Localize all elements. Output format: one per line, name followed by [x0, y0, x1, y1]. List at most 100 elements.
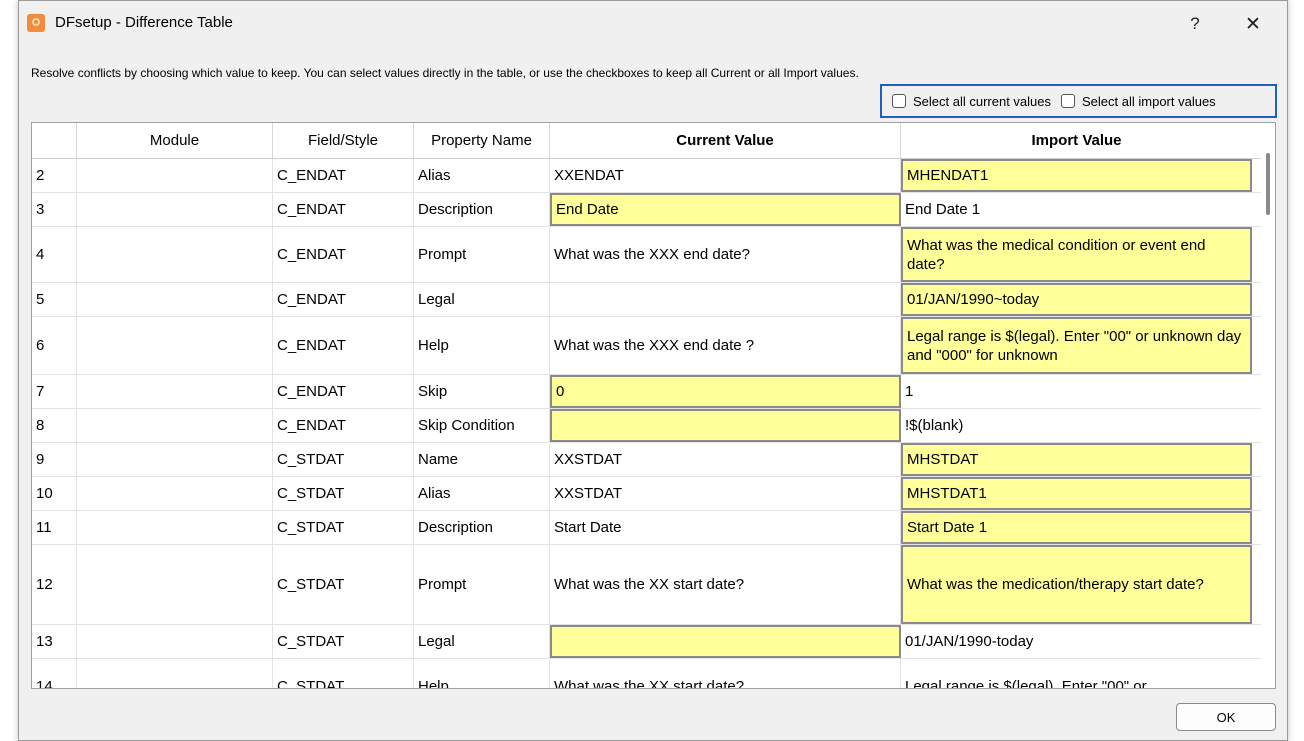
import-value-cell[interactable]: 01/JAN/1990~today — [901, 283, 1252, 316]
current-value-cell[interactable]: What was the XXX end date ? — [550, 317, 901, 374]
import-value-cell[interactable]: Legal range is $(legal). Enter "00" or u… — [901, 317, 1252, 374]
table-row[interactable]: 8 C_ENDAT Skip Condition !$(blank) — [32, 409, 1262, 443]
property-name-cell: Skip — [414, 375, 550, 408]
table-row[interactable]: 6 C_ENDAT Help What was the XXX end date ? L… — [32, 317, 1262, 375]
import-value-cell[interactable]: 1 — [901, 375, 1252, 408]
module-cell — [77, 545, 273, 624]
close-button[interactable]: ✕ — [1233, 9, 1273, 39]
instructions-text: Resolve conflicts by choosing which valu… — [31, 66, 859, 80]
row-number-cell: 13 — [32, 625, 77, 658]
table-row[interactable]: 7 C_ENDAT Skip 0 1 — [32, 375, 1262, 409]
scrollbar-thumb[interactable] — [1266, 153, 1270, 215]
import-value-cell[interactable]: MHENDAT1 — [901, 159, 1252, 192]
row-number-cell: 12 — [32, 545, 77, 624]
table-row[interactable]: 11 C_STDAT Description Start Date Start Date… — [32, 511, 1262, 545]
row-number-cell: 2 — [32, 159, 77, 192]
select-all-import-label[interactable]: Select all import values — [1082, 94, 1216, 109]
checkbox-icon[interactable] — [1061, 94, 1076, 108]
module-cell — [77, 227, 273, 282]
property-name-cell: Legal — [414, 625, 550, 658]
current-value-cell[interactable]: What was the XX start date? — [550, 659, 901, 688]
table-row[interactable]: 5 C_ENDAT Legal 01/JAN/1990~today — [32, 283, 1262, 317]
field-style-cell: C_STDAT — [273, 659, 414, 688]
property-name-cell: Help — [414, 659, 550, 688]
property-name-cell: Legal — [414, 283, 550, 316]
table-row[interactable]: 14 C_STDAT Help What was the XX start date?… — [32, 659, 1262, 688]
import-value-cell[interactable]: End Date 1 — [901, 193, 1252, 226]
property-name-cell: Name — [414, 443, 550, 476]
property-name-cell: Description — [414, 193, 550, 226]
property-name-cell: Alias — [414, 159, 550, 192]
import-value-cell[interactable]: MHSTDAT — [901, 443, 1252, 476]
vertical-scrollbar[interactable] — [1261, 123, 1275, 688]
current-value-cell[interactable]: End Date — [550, 193, 901, 226]
property-name-cell: Alias — [414, 477, 550, 510]
property-name-cell: Help — [414, 317, 550, 374]
current-value-cell[interactable]: XXSTDAT — [550, 477, 901, 510]
module-cell — [77, 193, 273, 226]
table-row[interactable]: 4 C_ENDAT Prompt What was the XXX end date?… — [32, 227, 1262, 283]
import-value-cell[interactable]: What was the medical condition or event … — [901, 227, 1252, 282]
module-cell — [77, 477, 273, 510]
property-name-cell: Prompt — [414, 227, 550, 282]
current-value-cell[interactable]: XXSTDAT — [550, 443, 901, 476]
current-value-cell[interactable]: 0 — [550, 375, 901, 408]
row-number-cell: 14 — [32, 659, 77, 688]
import-value-cell[interactable]: MHSTDAT1 — [901, 477, 1252, 510]
header-field-style[interactable]: Field/Style — [273, 123, 414, 158]
field-style-cell: C_STDAT — [273, 545, 414, 624]
header-module[interactable]: Module — [77, 123, 273, 158]
module-cell — [77, 159, 273, 192]
import-value-cell[interactable]: !$(blank) — [901, 409, 1252, 442]
module-cell — [77, 443, 273, 476]
table-row[interactable]: 3 C_ENDAT Description End Date End Date 1 — [32, 193, 1262, 227]
current-value-cell[interactable] — [550, 283, 901, 316]
table-row[interactable]: 12 C_STDAT Prompt What was the XX start dat… — [32, 545, 1262, 625]
module-cell — [77, 375, 273, 408]
field-style-cell: C_ENDAT — [273, 409, 414, 442]
header-row-number[interactable] — [32, 123, 77, 158]
field-style-cell: C_ENDAT — [273, 193, 414, 226]
header-import-value[interactable]: Import Value — [901, 123, 1252, 158]
help-button[interactable]: ? — [1175, 9, 1215, 39]
row-number-cell: 5 — [32, 283, 77, 316]
module-cell — [77, 317, 273, 374]
import-value-cell[interactable]: Start Date 1 — [901, 511, 1252, 544]
row-number-cell: 8 — [32, 409, 77, 442]
field-style-cell: C_STDAT — [273, 511, 414, 544]
current-value-cell[interactable]: What was the XX start date? — [550, 545, 901, 624]
select-all-import-checkbox[interactable]: Select all import values — [1061, 94, 1216, 109]
table-row[interactable]: 13 C_STDAT Legal 01/JAN/1990-today — [32, 625, 1262, 659]
table-row[interactable]: 10 C_STDAT Alias XXSTDAT MHSTDAT1 — [32, 477, 1262, 511]
property-name-cell: Skip Condition — [414, 409, 550, 442]
field-style-cell: C_ENDAT — [273, 375, 414, 408]
current-value-cell[interactable] — [550, 625, 901, 658]
select-all-current-checkbox[interactable]: Select all current values — [892, 94, 1051, 109]
module-cell — [77, 659, 273, 688]
header-property-name[interactable]: Property Name — [414, 123, 550, 158]
title-bar: DFsetup - Difference Table ? ✕ — [19, 1, 1287, 47]
current-value-cell[interactable]: XXENDAT — [550, 159, 901, 192]
row-number-cell: 6 — [32, 317, 77, 374]
ok-button[interactable]: OK — [1176, 703, 1276, 731]
table-row[interactable]: 2 C_ENDAT Alias XXENDAT MHENDAT1 — [32, 159, 1262, 193]
table-row[interactable]: 9 C_STDAT Name XXSTDAT MHSTDAT — [32, 443, 1262, 477]
header-current-value[interactable]: Current Value — [550, 123, 901, 158]
import-value-cell[interactable]: What was the medication/therapy start da… — [901, 545, 1252, 624]
select-all-current-label[interactable]: Select all current values — [913, 94, 1051, 109]
select-all-group: Select all current values Select all imp… — [880, 84, 1277, 118]
import-value-cell[interactable]: 01/JAN/1990-today — [901, 625, 1252, 658]
current-value-cell[interactable]: What was the XXX end date? — [550, 227, 901, 282]
row-number-cell: 4 — [32, 227, 77, 282]
field-style-cell: C_STDAT — [273, 477, 414, 510]
current-value-cell[interactable] — [550, 409, 901, 442]
field-style-cell: C_STDAT — [273, 443, 414, 476]
import-value-cell[interactable]: Legal range is $(legal). Enter "00" or — [901, 659, 1252, 688]
checkbox-icon[interactable] — [892, 94, 906, 108]
dfsetup-app-icon — [27, 14, 45, 32]
property-name-cell: Description — [414, 511, 550, 544]
window-title: DFsetup - Difference Table — [55, 14, 233, 31]
field-style-cell: C_ENDAT — [273, 159, 414, 192]
current-value-cell[interactable]: Start Date — [550, 511, 901, 544]
row-number-cell: 9 — [32, 443, 77, 476]
